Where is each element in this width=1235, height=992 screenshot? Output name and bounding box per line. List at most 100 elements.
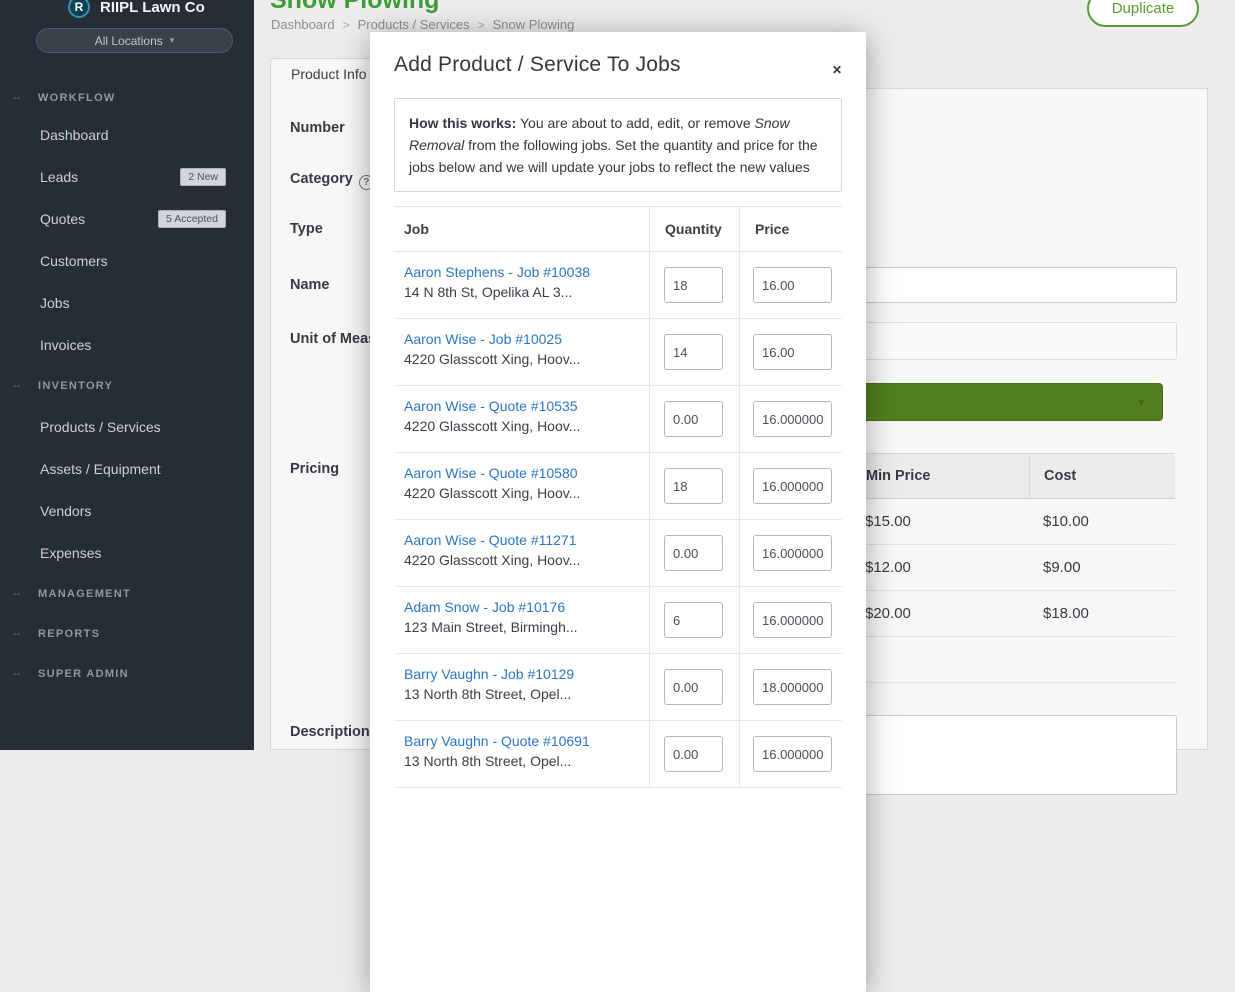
quantity-input[interactable]: [664, 401, 723, 437]
job-link[interactable]: Adam Snow - Job #10176: [404, 599, 641, 615]
breadcrumb-dashboard[interactable]: Dashboard: [271, 17, 335, 32]
description-label: Description: [290, 724, 370, 740]
quantity-input[interactable]: [664, 334, 723, 370]
breadcrumb-products-services[interactable]: Products / Services: [358, 17, 470, 32]
page-title: Snow Plowing: [270, 0, 439, 15]
cost-value: $10.00: [1029, 499, 1175, 544]
pricing-col-min-price: Min Price: [851, 454, 1029, 498]
company-logo-row: R RIIPL Lawn Co: [0, 0, 254, 21]
price-input[interactable]: [753, 267, 832, 303]
col-price: Price: [739, 207, 842, 251]
min-price-value: $15.00: [851, 499, 1029, 544]
section-collapse-icon: --: [13, 92, 20, 104]
quantity-input[interactable]: [664, 736, 723, 772]
add-product-service-modal: Add Product / Service To Jobs ✕ How this…: [370, 32, 866, 992]
job-address: 4220 Glasscott Xing, Hoov...: [404, 485, 641, 501]
sidebar-item-dashboard[interactable]: Dashboard: [0, 114, 254, 156]
location-selector-label: All Locations: [95, 34, 163, 48]
type-label: Type: [290, 221, 323, 237]
nav-section-super-admin[interactable]: -- SUPER ADMIN: [0, 654, 254, 694]
cost-value: $18.00: [1029, 591, 1175, 636]
section-collapse-icon: --: [13, 668, 20, 680]
job-row: Adam Snow - Job #10176 123 Main Street, …: [394, 587, 842, 654]
cost-value: $9.00: [1029, 545, 1175, 590]
job-row: Aaron Wise - Quote #10580 4220 Glasscott…: [394, 453, 842, 520]
job-link[interactable]: Aaron Wise - Quote #10580: [404, 465, 641, 481]
duplicate-button[interactable]: Duplicate: [1087, 0, 1199, 27]
modal-body: How this works: You are about to add, ed…: [370, 98, 866, 788]
name-label: Name: [290, 277, 330, 293]
job-link[interactable]: Barry Vaughn - Job #10129: [404, 666, 641, 682]
pricing-col-cost: Cost: [1029, 454, 1175, 498]
quotes-badge: 5 Accepted: [158, 210, 226, 229]
price-input[interactable]: [753, 736, 832, 772]
modal-title: Add Product / Service To Jobs: [394, 53, 842, 77]
job-row: Aaron Wise - Quote #10535 4220 Glasscott…: [394, 386, 842, 453]
col-quantity: Quantity: [649, 207, 739, 251]
price-input[interactable]: [753, 468, 832, 504]
sidebar-nav: -- WORKFLOW Dashboard Leads 2 New Quotes…: [0, 82, 254, 694]
category-label: Category?: [290, 171, 374, 188]
location-selector[interactable]: All Locations ▾: [36, 28, 233, 53]
sidebar-item-vendors[interactable]: Vendors: [0, 490, 254, 532]
sidebar-item-invoices[interactable]: Invoices: [0, 324, 254, 366]
nav-section-workflow: -- WORKFLOW: [0, 82, 254, 114]
job-address: 4220 Glasscott Xing, Hoov...: [404, 552, 641, 568]
price-input[interactable]: [753, 669, 832, 705]
job-row: Aaron Stephens - Job #10038 14 N 8th St,…: [394, 252, 842, 319]
job-address: 4220 Glasscott Xing, Hoov...: [404, 418, 641, 434]
quantity-input[interactable]: [664, 267, 723, 303]
min-price-value: $20.00: [851, 591, 1029, 636]
quantity-input[interactable]: [664, 669, 723, 705]
company-logo-icon: R: [68, 0, 90, 18]
job-address: 13 North 8th Street, Opel...: [404, 686, 641, 702]
job-link[interactable]: Aaron Wise - Quote #10535: [404, 398, 641, 414]
company-name: RIIPL Lawn Co: [100, 0, 205, 16]
number-label: Number: [290, 120, 345, 136]
section-collapse-icon: --: [13, 380, 20, 392]
job-link[interactable]: Aaron Stephens - Job #10038: [404, 264, 641, 280]
price-input[interactable]: [753, 535, 832, 571]
price-input[interactable]: [753, 401, 832, 437]
nav-section-reports[interactable]: -- REPORTS: [0, 614, 254, 654]
sidebar-item-leads[interactable]: Leads 2 New: [0, 156, 254, 198]
job-row: Aaron Wise - Job #10025 4220 Glasscott X…: [394, 319, 842, 386]
sidebar-item-assets-equipment[interactable]: Assets / Equipment: [0, 448, 254, 490]
chevron-down-icon: ▾: [1138, 396, 1144, 409]
job-address: 123 Main Street, Birmingh...: [404, 619, 641, 635]
sidebar-item-products-services[interactable]: Products / Services: [0, 406, 254, 448]
section-collapse-icon: --: [13, 588, 20, 600]
quantity-input[interactable]: [664, 535, 723, 571]
jobs-table: Job Quantity Price Aaron Stephens - Job …: [394, 206, 842, 788]
sidebar-item-jobs[interactable]: Jobs: [0, 282, 254, 324]
how-this-works-note: How this works: You are about to add, ed…: [394, 98, 842, 192]
sidebar-item-quotes[interactable]: Quotes 5 Accepted: [0, 198, 254, 240]
modal-header: Add Product / Service To Jobs ✕: [370, 32, 866, 90]
sidebar-item-expenses[interactable]: Expenses: [0, 532, 254, 574]
pricing-label: Pricing: [290, 461, 339, 477]
min-price-value: $12.00: [851, 545, 1029, 590]
price-input[interactable]: [753, 334, 832, 370]
breadcrumb-separator: >: [343, 18, 350, 32]
jobs-table-header: Job Quantity Price: [394, 207, 842, 252]
sidebar-item-customers[interactable]: Customers: [0, 240, 254, 282]
sidebar: R RIIPL Lawn Co All Locations ▾ -- WORKF…: [0, 0, 254, 750]
job-address: 4220 Glasscott Xing, Hoov...: [404, 351, 641, 367]
job-link[interactable]: Aaron Wise - Quote #11271: [404, 532, 641, 548]
job-link[interactable]: Barry Vaughn - Quote #10691: [404, 733, 641, 749]
job-address: 13 North 8th Street, Opel...: [404, 753, 641, 769]
job-row: Barry Vaughn - Job #10129 13 North 8th S…: [394, 654, 842, 721]
nav-section-management[interactable]: -- MANAGEMENT: [0, 574, 254, 614]
col-job: Job: [394, 207, 649, 251]
job-link[interactable]: Aaron Wise - Job #10025: [404, 331, 641, 347]
close-icon[interactable]: ✕: [830, 61, 844, 79]
job-address: 14 N 8th St, Opelika AL 3...: [404, 284, 641, 300]
price-input[interactable]: [753, 602, 832, 638]
quantity-input[interactable]: [664, 468, 723, 504]
chevron-down-icon: ▾: [170, 35, 175, 46]
job-row: Aaron Wise - Quote #11271 4220 Glasscott…: [394, 520, 842, 587]
quantity-input[interactable]: [664, 602, 723, 638]
section-collapse-icon: --: [13, 628, 20, 640]
breadcrumb: Dashboard > Products / Services > Snow P…: [271, 17, 574, 32]
breadcrumb-current: Snow Plowing: [493, 17, 575, 32]
